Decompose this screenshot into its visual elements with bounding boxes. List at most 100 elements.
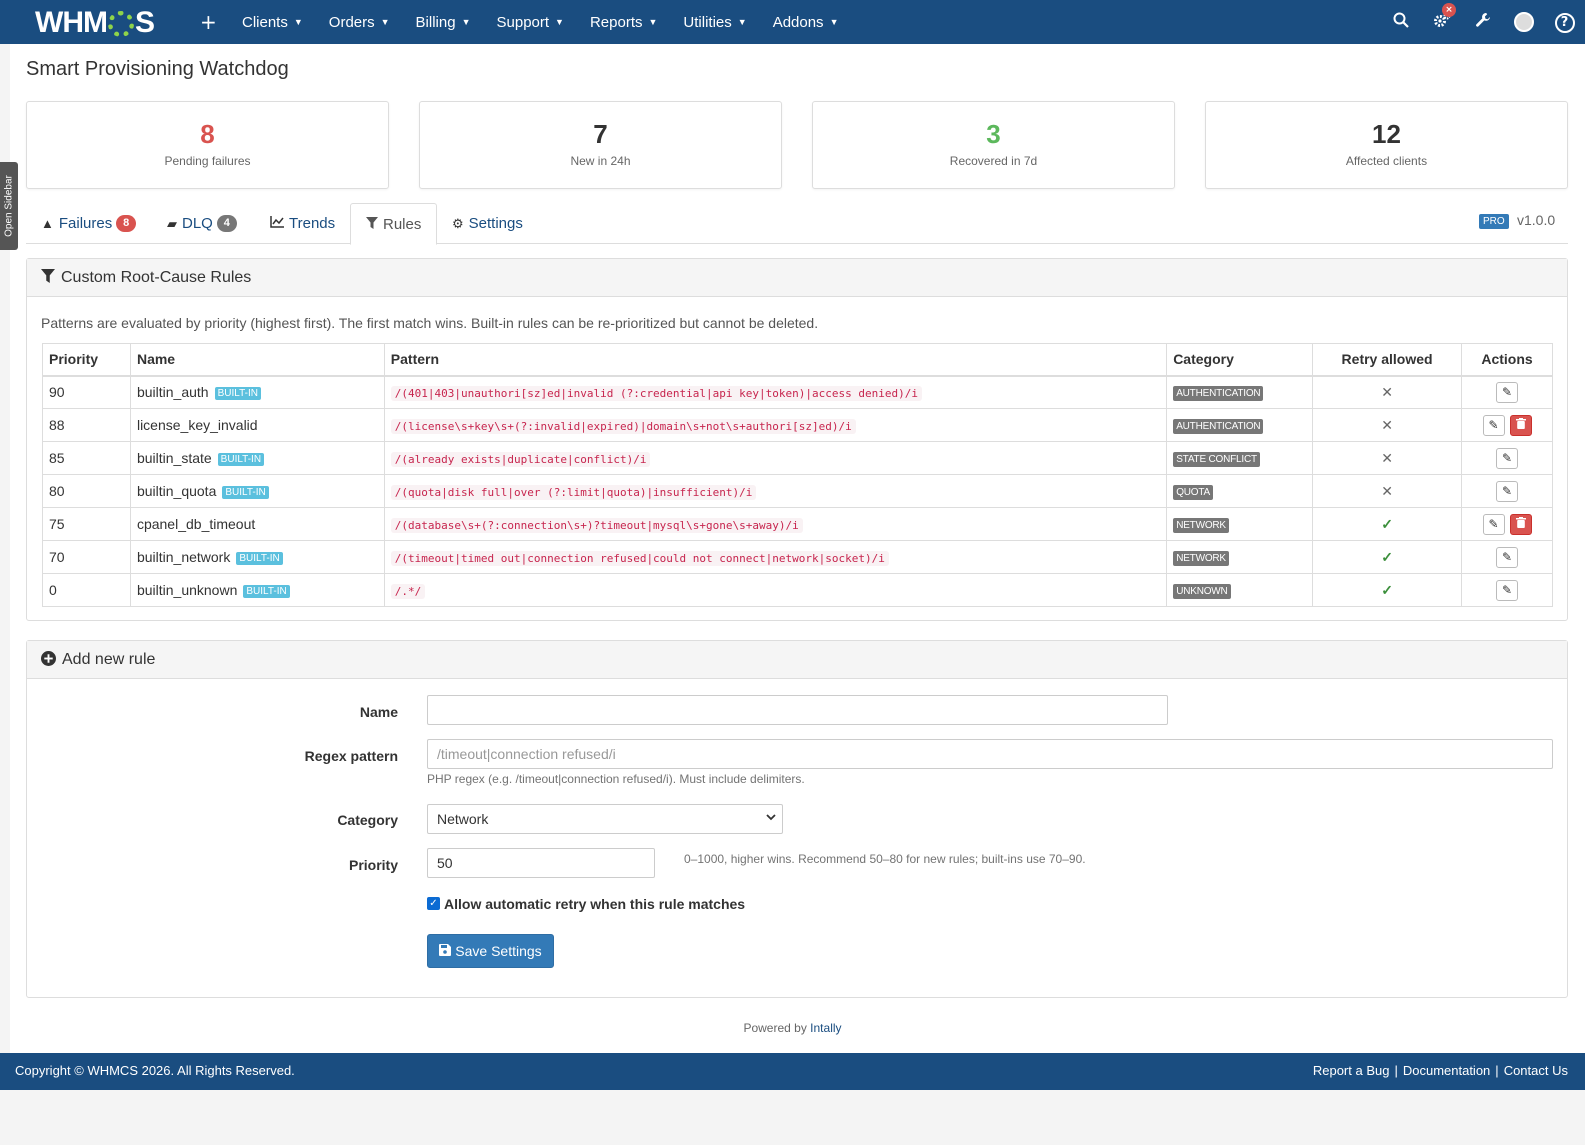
add-rule-panel: Add new rule Name Regex pattern /timeout… [26,640,1568,998]
chevron-down-icon: ▼ [461,17,471,27]
nav-orders[interactable]: Orders ▼ [329,14,390,31]
table-row: 90 builtin_auth BUILT-IN /(401|403|unauth… [42,375,1553,409]
tab-dlq[interactable]: ▰ DLQ 4 [167,203,237,244]
nav-utilities[interactable]: Utilities ▼ [683,14,746,31]
cogs-icon[interactable]: × [1421,2,1462,33]
stat-label: Pending failures [164,154,251,168]
help-icon[interactable]: ? [1544,11,1585,33]
whmcs-logo[interactable]: WHM S [35,6,155,40]
tab-rules[interactable]: Rules [350,203,438,245]
edit-button[interactable]: ✎ [1482,513,1505,535]
open-sidebar-label: Open Sidebar [3,175,15,237]
edit-button[interactable]: ✎ [1496,546,1518,568]
trash-icon [1515,417,1526,429]
name-label: Name [359,704,398,720]
rules-panel: Custom Root-Cause Rules Patterns are eva… [26,258,1568,621]
rule-category-cell: UNKNOWN [1166,573,1314,607]
builtin-badge: BUILT-IN [217,453,265,466]
rule-pattern-cell: /(license\s+key\s+(?:invalid|expired)|do… [383,408,1168,442]
regex-label: Regex pattern [304,748,398,764]
filter-icon [366,216,378,232]
gear-icon: ⚙ [452,215,464,231]
priority-label: Priority [348,857,398,873]
actions-cell: ✎ [1461,573,1553,607]
nav-support[interactable]: Support ▼ [497,14,564,31]
documentation-link[interactable]: Documentation [1403,1063,1490,1078]
tab-failures[interactable]: ▲ Failures 8 [41,203,137,244]
rule-category-cell: AUTHENTICATION [1166,375,1314,409]
tab-trends[interactable]: Trends [270,203,335,244]
rule-name-cell: builtin_state BUILT-IN [129,441,385,475]
col-priority[interactable]: Priority [42,343,131,377]
add-new-button[interactable]: + [200,10,217,34]
category-select[interactable]: Network [427,804,783,834]
allow-retry-label[interactable]: Allow automatic retry when this rule mat… [444,896,745,912]
nav-reports[interactable]: Reports ▼ [590,14,657,31]
category-badge: STATE CONFLICT [1173,452,1260,467]
footer: Copyright © WHMCS 2026. All Rights Reser… [0,1053,1585,1090]
search-icon[interactable] [1380,12,1421,33]
nav-clients[interactable]: Clients ▼ [242,14,303,31]
edit-button[interactable]: ✎ [1496,579,1518,601]
rule-pattern: /(already exists|duplicate|conflict)/i [390,451,651,467]
open-sidebar-button[interactable]: Open Sidebar [0,162,18,250]
nav-billing[interactable]: Billing ▼ [416,14,471,31]
nav-right-icons: × ? [1380,0,1585,44]
nav-addons[interactable]: Addons ▼ [773,14,839,31]
actions-cell: ✎ [1461,507,1553,541]
table-header-row: Priority Name Pattern Category Retry all… [42,343,1553,377]
col-pattern[interactable]: Pattern [383,343,1168,377]
main-menu: Clients ▼ Orders ▼ Billing ▼ Support ▼ Repor… [242,0,864,44]
rule-priority: 88 [42,408,131,442]
chevron-down-icon: ▼ [293,17,303,27]
nav-addons-label: Addons [772,13,824,31]
edit-button[interactable]: ✎ [1496,381,1518,403]
nav-billing-label: Billing [415,13,456,31]
table-row: 80 builtin_quota BUILT-IN /(quota|disk fu… [42,474,1553,508]
wrench-icon[interactable] [1462,12,1503,33]
save-settings-button[interactable]: Save Settings [427,934,554,968]
user-avatar-icon [1513,12,1534,32]
priority-input[interactable]: 50 [427,848,655,878]
contact-us-link[interactable]: Contact Us [1504,1063,1568,1078]
regex-pattern-input[interactable]: /timeout|connection refused/i [427,739,1553,769]
rules-table: Priority Name Pattern Category Retry all… [42,343,1553,607]
tab-dlq-label: DLQ [182,215,213,232]
allow-retry-checkbox[interactable]: ✓ [427,897,440,910]
intally-link[interactable]: Intally [810,1021,841,1035]
tab-rules-label: Rules [383,215,422,233]
delete-button[interactable] [1509,414,1532,436]
nav-clients-label: Clients [242,13,288,31]
table-row: 75 cpanel_db_timeout /(database\s+(?:con… [42,507,1553,541]
rule-pattern: /(401|403|unauthori[sz]ed|invalid (?:cre… [390,385,922,401]
edit-button[interactable]: ✎ [1496,480,1518,502]
col-category[interactable]: Category [1166,343,1314,377]
avatar[interactable] [1503,12,1544,32]
nav-orders-label: Orders [328,13,375,31]
stat-label: New in 24h [570,154,631,168]
stat-label: Affected clients [1345,154,1428,168]
stat-value: 7 [593,119,608,149]
chevron-down-icon: ▼ [737,17,747,27]
delete-button[interactable] [1509,513,1532,535]
retry-cell: ✕ [1312,474,1462,508]
rule-name: builtin_network [136,549,231,565]
chevron-down-icon: ▼ [648,17,658,27]
col-name[interactable]: Name [129,343,385,377]
tab-settings[interactable]: ⚙ Settings [452,203,523,244]
filter-icon [41,269,55,286]
stat-recovered-7d: 3 Recovered in 7d [812,101,1175,189]
actions-cell: ✎ [1461,474,1553,508]
version-label: v1.0.0 [1517,212,1556,228]
edit-button[interactable]: ✎ [1482,414,1505,436]
archive-icon: ▰ [167,215,177,231]
report-bug-link[interactable]: Report a Bug [1313,1063,1390,1078]
rule-name-cell: builtin_auth BUILT-IN [129,375,385,409]
rule-category-cell: AUTHENTICATION [1166,408,1314,442]
rule-pattern: /(license\s+key\s+(?:invalid|expired)|do… [390,418,856,434]
edit-button[interactable]: ✎ [1496,447,1518,469]
rule-pattern: /(quota|disk full|over (?:limit|quota)|i… [390,484,757,500]
col-retry-allowed[interactable]: Retry allowed [1312,343,1462,377]
name-input[interactable] [427,695,1168,725]
rule-pattern: /(database\s+(?:connection\s+)?timeout|m… [390,517,803,533]
